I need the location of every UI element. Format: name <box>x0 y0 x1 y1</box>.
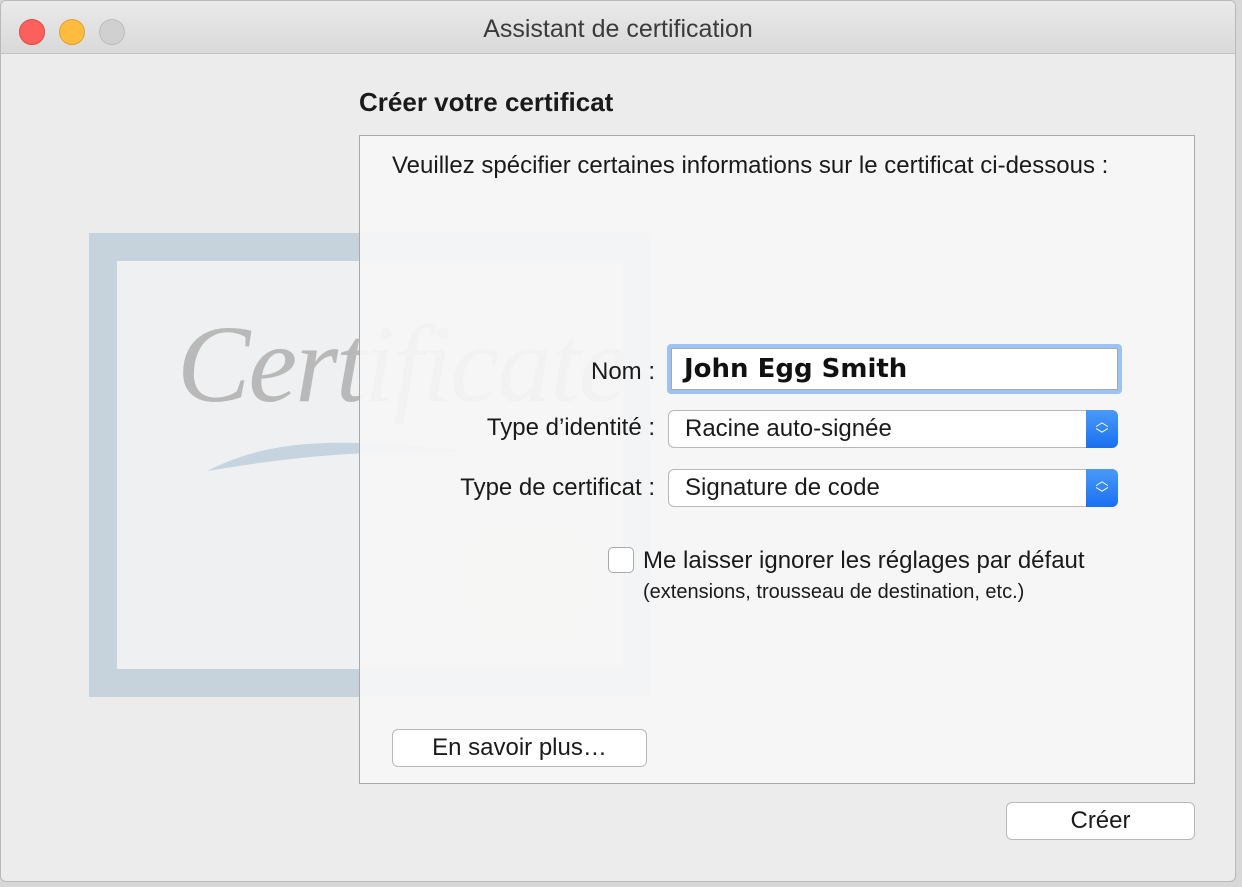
create-button[interactable]: Créer <box>1006 802 1195 840</box>
certificate-type-popup[interactable]: Signature de code ︿ ﹀ <box>668 469 1118 507</box>
learn-more-button[interactable]: En savoir plus… <box>392 729 647 767</box>
identity-type-popup[interactable]: Racine auto-signée ︿ ﹀ <box>668 410 1118 448</box>
certificate-assistant-window: Assistant de certification Créer votre c… <box>0 0 1236 882</box>
page-title: Créer votre certificat <box>359 87 614 117</box>
override-defaults-label[interactable]: Me laisser ignorer les réglages par défa… <box>643 547 1085 575</box>
identity-type-label: Type d’identité : <box>486 414 655 441</box>
name-label: Nom : <box>590 358 655 385</box>
window-title: Assistant de certification <box>483 15 753 43</box>
name-field[interactable]: John Egg Smith <box>671 348 1118 390</box>
title-bar[interactable]: Assistant de certification <box>1 1 1235 54</box>
override-defaults-checkbox[interactable] <box>608 547 634 573</box>
identity-type-value: Racine auto-signée <box>685 415 892 442</box>
intro-text: Veuillez spécifier certaines information… <box>392 152 1109 179</box>
name-field-focus-ring: John Egg Smith <box>667 344 1122 394</box>
form-panel <box>359 135 1195 784</box>
chevron-up-down-icon: ︿ ﹀ <box>1086 469 1118 507</box>
certificate-type-label: Type de certificat : <box>460 474 655 501</box>
certificate-type-value: Signature de code <box>685 474 880 501</box>
chevron-up-down-icon: ︿ ﹀ <box>1086 410 1118 448</box>
override-defaults-sublabel: (extensions, trousseau de destination, e… <box>643 581 1025 603</box>
